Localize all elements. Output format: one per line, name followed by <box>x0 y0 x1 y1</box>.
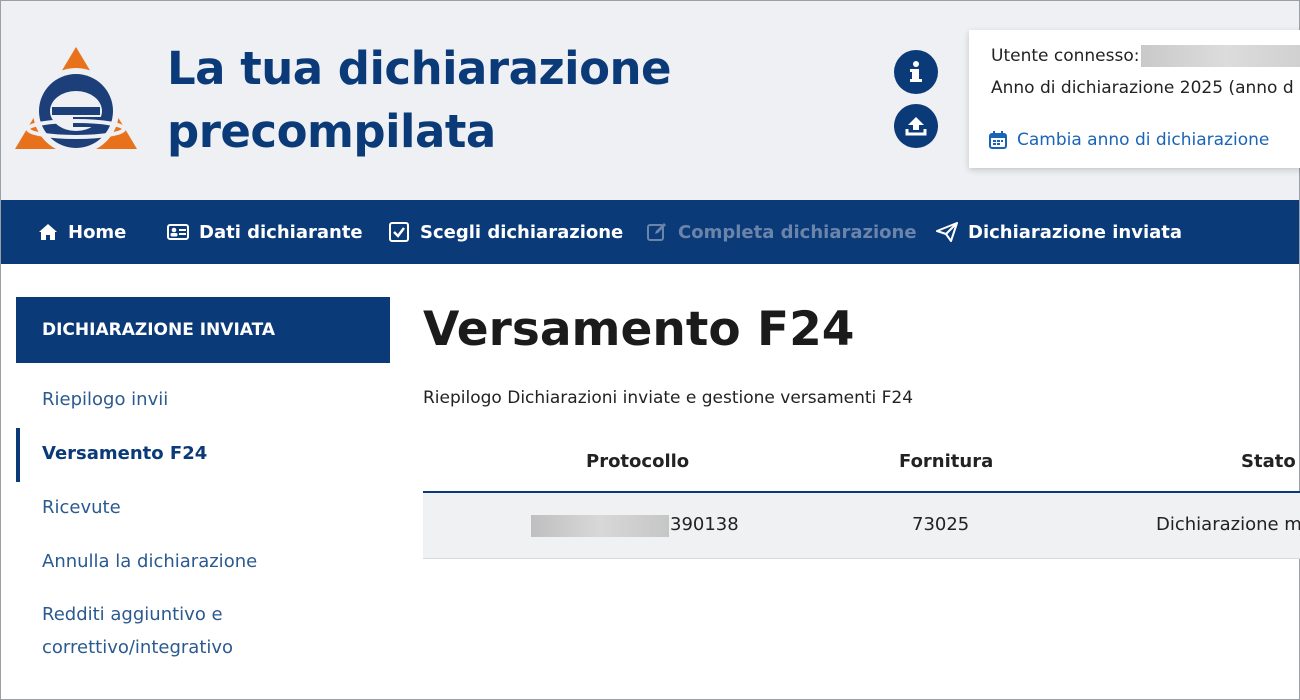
site-header: La tua dichiarazione precompilata Utente… <box>1 1 1300 200</box>
upload-button[interactable] <box>894 104 938 148</box>
sidebar-item-ricevute[interactable]: Ricevute <box>42 491 362 524</box>
cell-protocollo: 390138 <box>670 514 739 535</box>
change-year-link[interactable]: Cambia anno di dichiarazione <box>989 130 1269 150</box>
nav-item-label: Home <box>68 221 127 243</box>
page-title: Versamento F24 <box>423 302 855 357</box>
declaration-year-text: Anno di dichiarazione 2025 (anno d <box>991 78 1294 98</box>
cell-stato: Dichiarazione m <box>1156 514 1300 535</box>
sidebar-active-indicator <box>16 428 20 482</box>
nav-item-dichiarazione-inviata[interactable]: Dichiarazione inviata <box>936 200 1182 264</box>
nav-item-label: Scegli dichiarazione <box>420 221 624 243</box>
cell-fornitura: 73025 <box>912 514 970 535</box>
app-title-line1: La tua dichiarazione <box>167 42 672 95</box>
redacted-protocol-prefix <box>531 515 669 537</box>
page-subtitle: Riepilogo Dichiarazioni inviate e gestio… <box>423 388 914 408</box>
user-panel: Utente connesso: Anno di dichiarazione 2… <box>969 30 1300 168</box>
connected-user-label: Utente connesso: <box>991 46 1140 66</box>
sidebar-item-redditi-aggiuntivo[interactable]: Redditi aggiuntivo e correttivo/integrat… <box>42 598 282 664</box>
redacted-username <box>1141 45 1300 67</box>
agenzia-entrate-logo <box>15 47 137 153</box>
column-header-stato: Stato <box>1241 451 1296 472</box>
info-icon <box>910 61 922 82</box>
table-row[interactable]: 390138 73025 Dichiarazione m <box>423 493 1300 559</box>
edit-icon <box>647 223 666 241</box>
nav-item-scegli-dichiarazione[interactable]: Scegli dichiarazione <box>388 200 623 264</box>
nav-item-label: Dati dichiarante <box>199 221 363 243</box>
sidebar-heading: DICHIARAZIONE INVIATA <box>16 297 390 363</box>
home-icon <box>39 224 57 240</box>
connected-user-line: Utente connesso: <box>991 45 1300 67</box>
id-card-icon <box>167 224 189 240</box>
column-header-fornitura: Fornitura <box>899 451 994 472</box>
sidebar-item-riepilogo-invii[interactable]: Riepilogo invii <box>42 383 362 416</box>
main-nav: Home Dati dichiarante Scegli dichiarazio… <box>1 200 1299 264</box>
column-header-protocollo: Protocollo <box>586 451 690 472</box>
upload-icon <box>905 117 927 136</box>
checkbox-icon <box>389 222 409 242</box>
info-button[interactable] <box>894 50 938 94</box>
app-title: La tua dichiarazione precompilata <box>167 37 687 163</box>
nav-item-home[interactable]: Home <box>38 200 126 264</box>
sidebar-item-annulla-dichiarazione[interactable]: Annulla la dichiarazione <box>42 545 362 578</box>
sidebar-item-versamento-f24[interactable]: Versamento F24 <box>42 437 362 470</box>
nav-item-label: Completa dichiarazione <box>678 221 917 243</box>
nav-item-completa-dichiarazione: Completa dichiarazione <box>646 200 917 264</box>
app-title-line2: precompilata <box>167 105 496 158</box>
calendar-icon <box>989 131 1007 149</box>
paper-plane-icon <box>936 222 958 242</box>
nav-item-dati-dichiarante[interactable]: Dati dichiarante <box>167 200 363 264</box>
change-year-label: Cambia anno di dichiarazione <box>1017 130 1270 150</box>
nav-item-label: Dichiarazione inviata <box>968 221 1183 243</box>
